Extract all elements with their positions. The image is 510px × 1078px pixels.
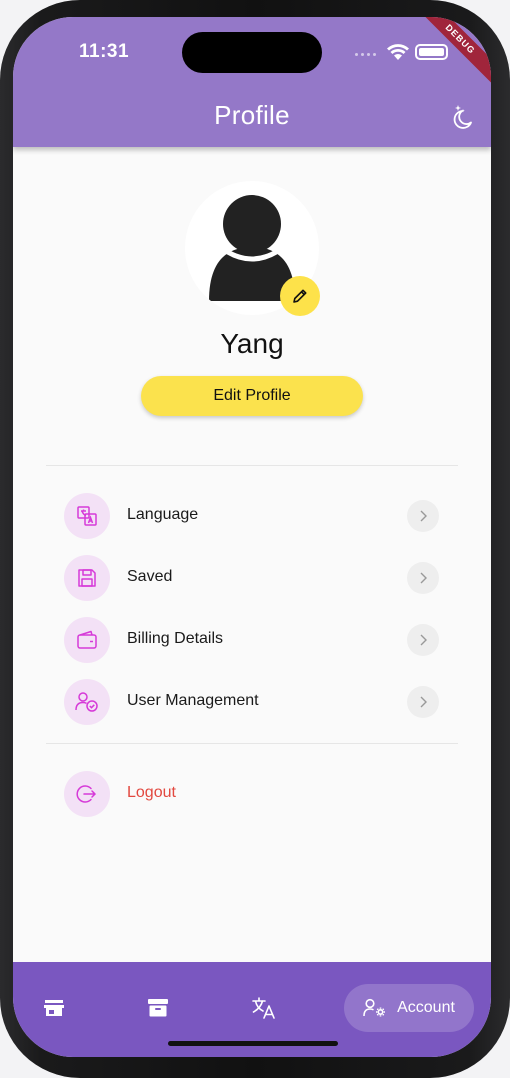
nav-translate[interactable]: [241, 984, 287, 1032]
app-screen: 11:31 Profile DEBUG Yang Edit Profile La…: [13, 17, 491, 1057]
nav-store[interactable]: [31, 984, 77, 1032]
logout-icon: [64, 771, 110, 817]
page-title: Profile: [214, 100, 290, 130]
chevron-right-icon: [407, 500, 439, 532]
dynamic-island: [182, 32, 322, 73]
bottom-navigation: Account: [13, 962, 491, 1057]
language-icon: [64, 493, 110, 539]
menu-item-user-management[interactable]: User Management: [46, 672, 458, 732]
menu-item-label: Billing Details: [127, 630, 224, 647]
user-check-icon: [64, 679, 110, 725]
status-time: 11:31: [79, 41, 130, 62]
battery-icon: [415, 44, 448, 60]
wifi-icon: [387, 44, 409, 60]
nav-account[interactable]: Account: [344, 984, 474, 1032]
archive-icon: [148, 999, 168, 1017]
menu-item-saved[interactable]: Saved: [46, 548, 458, 608]
menu-item-billing-details[interactable]: Billing Details: [46, 610, 458, 670]
wallet-icon: [64, 617, 110, 663]
signal-icon: [355, 53, 376, 56]
menu-item-label: Saved: [127, 568, 173, 585]
menu-item-label: User Management: [127, 692, 259, 709]
profile-name: Yang: [220, 328, 284, 359]
edit-avatar-button[interactable]: [280, 276, 320, 316]
store-icon: [44, 1000, 64, 1016]
profile-avatar: [185, 181, 320, 316]
edit-profile-button[interactable]: Edit Profile: [141, 376, 363, 416]
save-icon: [64, 555, 110, 601]
app-bar: 11:31 Profile: [13, 17, 491, 147]
home-indicator: [168, 1041, 338, 1046]
divider: [46, 465, 458, 466]
phone-frame: 11:31 Profile DEBUG Yang Edit Profile La…: [0, 0, 510, 1078]
chevron-right-icon: [407, 624, 439, 656]
menu-item-label: Language: [127, 506, 199, 523]
user-settings-icon: [363, 998, 386, 1017]
pencil-icon: [293, 289, 307, 303]
chevron-right-icon: [407, 562, 439, 594]
nav-account-label: Account: [397, 999, 455, 1016]
logout-label: Logout: [127, 784, 176, 801]
divider: [46, 743, 458, 744]
chevron-right-icon: [407, 686, 439, 718]
dark-mode-toggle-icon[interactable]: [451, 103, 479, 131]
logout-item[interactable]: Logout: [46, 764, 458, 824]
nav-archive[interactable]: [135, 984, 181, 1032]
translate-icon: [252, 997, 275, 1019]
menu-item-language[interactable]: Language: [46, 486, 458, 546]
